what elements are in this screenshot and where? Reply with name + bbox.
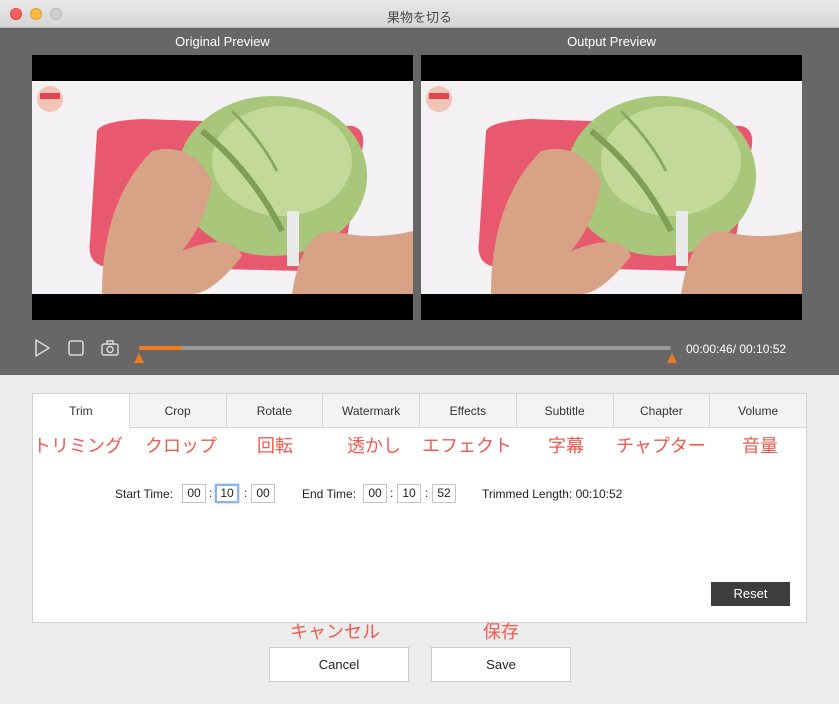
annotation-volume: 音量 bbox=[742, 436, 778, 457]
time-separator: : bbox=[209, 486, 213, 500]
end-seconds-field[interactable]: 52 bbox=[432, 484, 456, 503]
original-preview-label: Original Preview bbox=[175, 34, 270, 49]
reset-button[interactable]: Reset bbox=[711, 582, 790, 606]
play-icon[interactable] bbox=[32, 338, 52, 358]
time-readout: 00:00:46/ 00:10:52 bbox=[686, 342, 787, 356]
annotation-chapter: チャプター bbox=[616, 436, 706, 457]
tab-effects[interactable]: Effects bbox=[420, 394, 517, 428]
trim-end-handle[interactable] bbox=[667, 353, 677, 363]
end-time-label: End Time: bbox=[302, 487, 357, 501]
video-frame bbox=[32, 81, 413, 294]
tab-watermark[interactable]: Watermark bbox=[323, 394, 420, 428]
tab-chapter[interactable]: Chapter bbox=[613, 394, 711, 428]
stop-icon[interactable] bbox=[66, 338, 86, 358]
cabbage-video-image bbox=[421, 81, 802, 294]
original-preview-video bbox=[32, 55, 413, 320]
annotation-watermark: 透かし bbox=[347, 436, 401, 457]
start-seconds-field[interactable]: 00 bbox=[251, 484, 275, 503]
edit-tabs: Trim Crop Rotate Watermark Effects Subti… bbox=[33, 394, 806, 428]
title-bar: 果物を切る bbox=[0, 0, 839, 28]
tab-rotate[interactable]: Rotate bbox=[226, 394, 324, 428]
time-separator: : bbox=[425, 486, 429, 500]
start-minutes-field[interactable]: 10 bbox=[215, 484, 239, 503]
cabbage-video-image bbox=[32, 81, 413, 294]
editor-panel: Trim Crop Rotate Watermark Effects Subti… bbox=[32, 393, 807, 623]
annotation-cancel: キャンセル bbox=[290, 622, 380, 643]
output-preview-video bbox=[421, 55, 802, 320]
preview-region: Original Preview Output Preview 00:00:46… bbox=[0, 28, 839, 375]
japanese-annotations: トリミング クロップ 回転 透かし エフェクト 字幕 チャプター 音量 bbox=[33, 432, 806, 458]
tab-trim[interactable]: Trim bbox=[33, 394, 130, 428]
save-button[interactable]: Save bbox=[431, 647, 571, 682]
annotation-subtitle: 字幕 bbox=[548, 436, 584, 457]
annotation-effects: エフェクト bbox=[422, 436, 512, 457]
output-preview-label: Output Preview bbox=[567, 34, 656, 49]
trim-start-handle[interactable] bbox=[134, 353, 144, 363]
time-separator: : bbox=[390, 486, 394, 500]
start-time-label: Start Time: bbox=[115, 487, 174, 501]
end-hours-field[interactable]: 00 bbox=[363, 484, 387, 503]
start-hours-field[interactable]: 00 bbox=[182, 484, 206, 503]
annotation-trim: トリミング bbox=[33, 436, 123, 457]
tab-subtitle[interactable]: Subtitle bbox=[516, 394, 614, 428]
annotation-rotate: 回転 bbox=[257, 436, 293, 457]
cancel-button[interactable]: Cancel bbox=[269, 647, 409, 682]
trim-controls: Start Time: 00 : 10 : 00 End Time: 00 : … bbox=[33, 484, 806, 504]
video-frame bbox=[421, 81, 802, 294]
time-separator: : bbox=[244, 486, 248, 500]
tab-crop[interactable]: Crop bbox=[129, 394, 227, 428]
app-window: 果物を切る Original Preview Output Preview 00… bbox=[0, 0, 839, 704]
trimmed-length: Trimmed Length: 00:10:52 bbox=[482, 487, 623, 501]
annotation-crop: クロップ bbox=[145, 436, 217, 457]
window-title: 果物を切る bbox=[386, 10, 452, 25]
tab-volume[interactable]: Volume bbox=[710, 394, 806, 428]
end-minutes-field[interactable]: 10 bbox=[397, 484, 421, 503]
camera-snapshot-icon[interactable] bbox=[100, 338, 120, 358]
annotation-save: 保存 bbox=[483, 622, 519, 643]
timeline-track[interactable] bbox=[139, 346, 671, 350]
timeline-progress bbox=[139, 346, 182, 350]
